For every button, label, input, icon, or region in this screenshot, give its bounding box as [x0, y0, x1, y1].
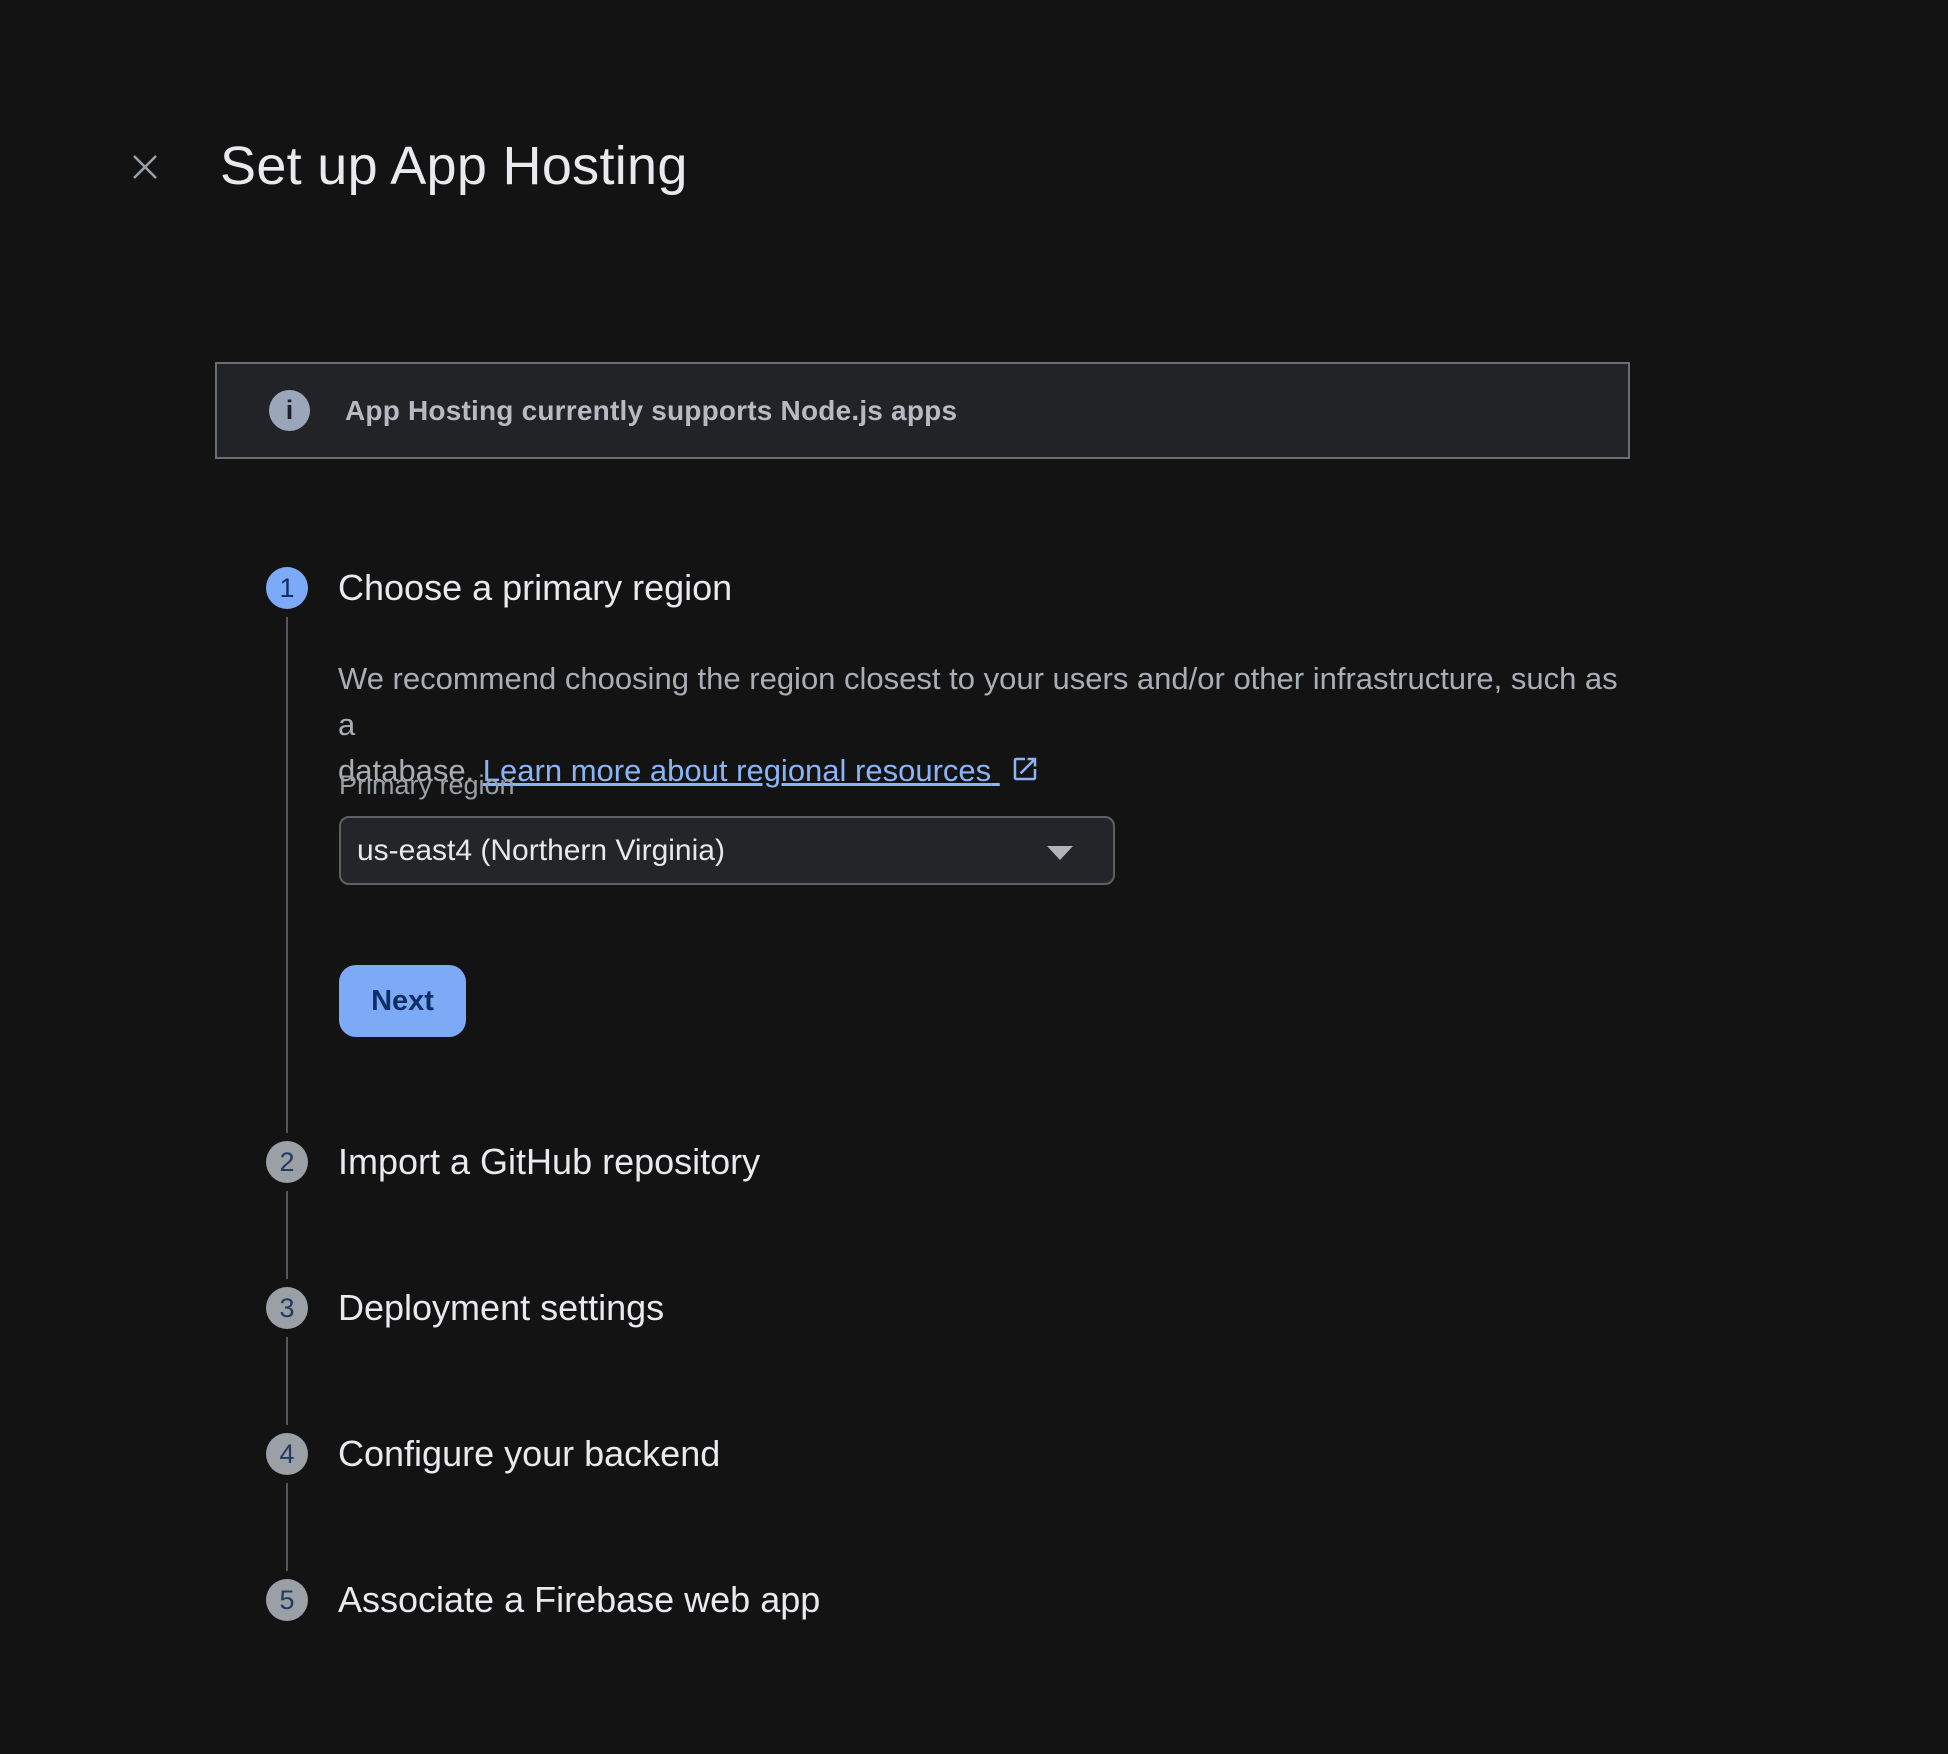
stepper-connector	[286, 1483, 288, 1571]
info-banner-text: App Hosting currently supports Node.js a…	[345, 395, 957, 427]
step-2-title: Import a GitHub repository	[338, 1140, 760, 1184]
step-1-description: We recommend choosing the region closest…	[338, 656, 1618, 794]
step-2-number-badge: 2	[266, 1141, 308, 1183]
description-line-1: We recommend choosing the region closest…	[338, 661, 1618, 742]
stepper-connector	[286, 1337, 288, 1425]
step-1-title: Choose a primary region	[338, 566, 732, 610]
stepper-connector	[286, 1191, 288, 1279]
info-banner: i App Hosting currently supports Node.js…	[215, 362, 1630, 459]
external-link-icon[interactable]	[1010, 754, 1040, 784]
close-button[interactable]	[124, 146, 166, 188]
step-4-title: Configure your backend	[338, 1432, 720, 1476]
next-button[interactable]: Next	[339, 965, 466, 1037]
stepper-connector	[286, 617, 288, 1133]
step-1-number-badge: 1	[266, 567, 308, 609]
selected-region-value: us-east4 (Northern Virginia)	[357, 834, 725, 868]
close-icon	[128, 150, 162, 184]
step-4-number-badge: 4	[266, 1433, 308, 1475]
page-title: Set up App Hosting	[220, 136, 688, 196]
setup-app-hosting-dialog: Set up App Hosting i App Hosting current…	[0, 0, 1948, 1754]
link-trailing-space	[991, 753, 1000, 788]
step-5-number-badge: 5	[266, 1579, 308, 1621]
step-3-title: Deployment settings	[338, 1286, 664, 1330]
primary-region-select[interactable]: us-east4 (Northern Virginia)	[339, 816, 1115, 885]
primary-region-label: Primary region	[339, 770, 515, 801]
learn-more-link[interactable]: Learn more about regional resources	[483, 753, 991, 788]
info-icon: i	[269, 390, 310, 431]
chevron-down-icon	[1047, 846, 1073, 860]
step-5-title: Associate a Firebase web app	[338, 1578, 820, 1622]
step-3-number-badge: 3	[266, 1287, 308, 1329]
